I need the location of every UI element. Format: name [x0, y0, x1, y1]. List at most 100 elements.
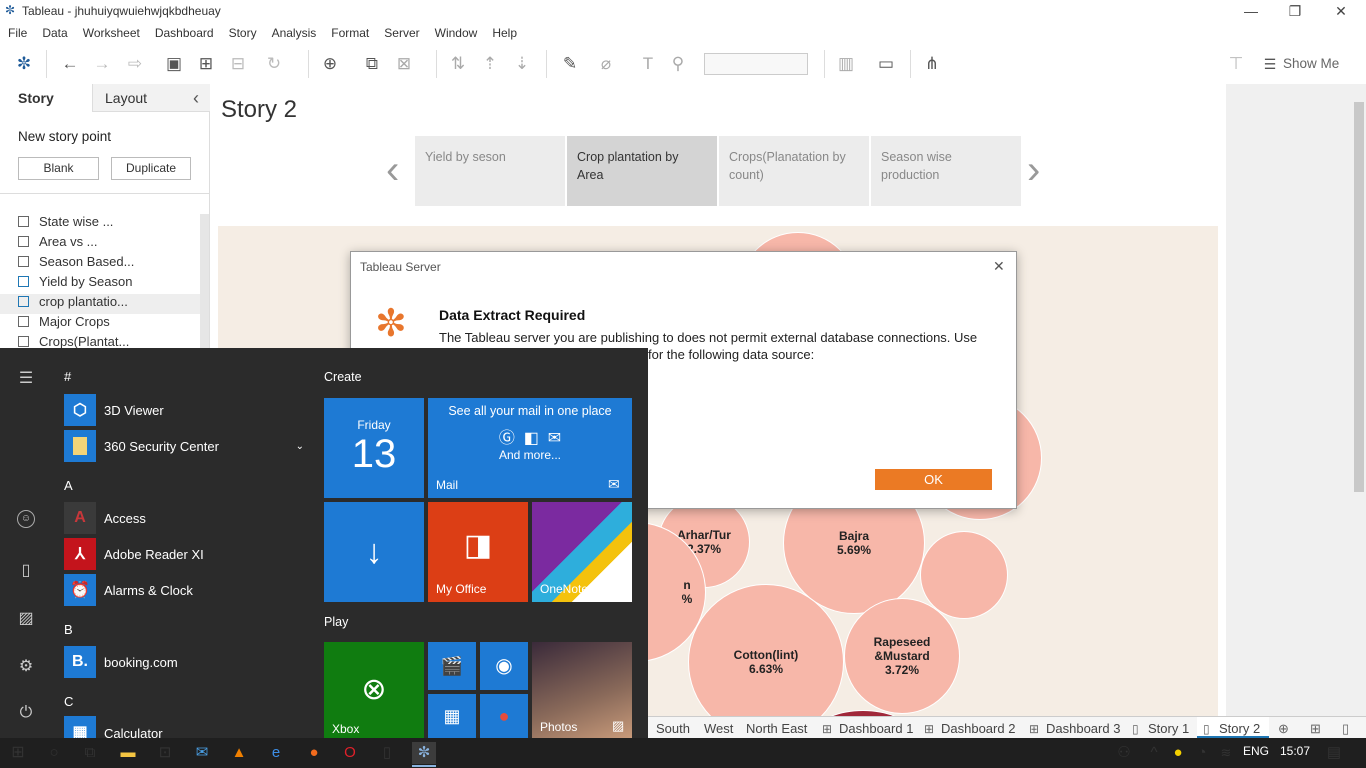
story-point[interactable]: Crops(Planatation by count) — [719, 136, 869, 206]
share-icon[interactable]: ⋔ — [920, 52, 944, 76]
group-icon[interactable]: ⌀ — [594, 52, 618, 76]
antivirus-tray-icon[interactable]: ● — [1166, 742, 1190, 764]
tab-story-1[interactable]: Story 1 — [1148, 719, 1189, 739]
bubble[interactable] — [920, 531, 1008, 619]
app-calculator[interactable]: ▦ Calculator — [64, 716, 163, 738]
calendar-tile[interactable]: Friday 13 — [324, 398, 424, 498]
apps-section-b[interactable]: B — [64, 622, 73, 637]
minimize-button[interactable]: — — [1228, 2, 1274, 22]
edge-icon[interactable]: e — [264, 742, 288, 764]
mail-taskbar-icon[interactable]: ✉ — [190, 742, 214, 764]
language-indicator[interactable]: ENG — [1243, 744, 1269, 758]
show-me-icon[interactable]: ☰ — [1260, 52, 1280, 76]
app-adobe-reader[interactable]: ⅄ Adobe Reader XI — [64, 536, 204, 572]
onenote-tile[interactable]: OneNote N — [532, 502, 632, 602]
clear-sheet-icon[interactable]: ⊠ — [392, 52, 416, 76]
story-point-selected[interactable]: Crop plantation by Area — [567, 136, 717, 206]
redo-icon[interactable]: → — [90, 52, 114, 76]
sheet-item[interactable]: Area vs ... — [18, 234, 198, 254]
new-worksheet-tab-icon[interactable]: ⊕ — [1278, 719, 1289, 739]
menu-format[interactable]: Format — [323, 22, 376, 40]
groove-music-tile[interactable]: ◉ — [480, 642, 528, 690]
pause-updates-icon[interactable]: ⊟ — [226, 52, 250, 76]
new-worksheet-icon[interactable]: ⊕ — [318, 52, 342, 76]
tab-layout[interactable]: Layout — [105, 84, 147, 112]
menu-story[interactable]: Story — [221, 22, 264, 40]
app-3d-viewer[interactable]: ⬡ 3D Viewer — [64, 392, 164, 428]
people-icon[interactable]: ⚇ — [1112, 742, 1136, 764]
sheet-item[interactable]: Yield by Season — [18, 274, 198, 294]
labels-icon[interactable]: T — [636, 52, 660, 76]
app-alarms-clock[interactable]: ⏰ Alarms & Clock — [64, 572, 193, 608]
tableau-taskbar-icon[interactable]: ✼ — [412, 742, 436, 764]
duplicate-button[interactable]: Duplicate — [111, 157, 191, 180]
blank-button[interactable]: Blank — [18, 157, 99, 180]
cards-icon[interactable]: ▥ — [834, 52, 858, 76]
settings-gear-icon[interactable]: ⚙ — [14, 656, 38, 680]
sheet-item-selected[interactable]: crop plantatio... — [0, 294, 200, 314]
show-me-button[interactable]: Show Me — [1283, 56, 1339, 71]
documents-icon[interactable]: ▯ — [14, 560, 38, 584]
menu-data[interactable]: Data — [34, 22, 74, 40]
my-office-tile[interactable]: ◨ My Office — [428, 502, 528, 602]
dialog-close-button[interactable]: ✕ — [993, 258, 1005, 275]
new-dashboard-tab-icon[interactable]: ⊞ — [1310, 719, 1321, 739]
swap-icon[interactable]: ⇅ — [446, 52, 470, 76]
app-access[interactable]: A Access — [64, 500, 146, 536]
maps-tile[interactable]: ● — [480, 694, 528, 738]
ok-button[interactable]: OK — [875, 469, 992, 490]
opera-icon[interactable]: O — [338, 742, 362, 764]
app-booking[interactable]: B. booking.com — [64, 644, 178, 680]
menu-server[interactable]: Server — [376, 22, 426, 40]
tableau-home-icon[interactable]: ✼ — [12, 52, 36, 76]
story-point[interactable]: Yield by seson — [415, 136, 565, 206]
collapse-panel-icon[interactable]: ‹ — [193, 84, 199, 112]
vlc-icon[interactable]: ▲ — [227, 742, 251, 764]
fit-dropdown[interactable] — [704, 53, 808, 75]
file-explorer-icon[interactable]: ▬ — [116, 742, 140, 764]
mail-tile[interactable]: See all your mail in one place Ⓖ ◧ ✉ And… — [428, 398, 632, 498]
action-center-icon[interactable]: ▤ — [1322, 742, 1346, 764]
format-painter-icon[interactable]: ⊤ — [1224, 52, 1248, 76]
replay-icon[interactable]: ⇨ — [120, 52, 150, 76]
tab-north-east[interactable]: North East — [746, 719, 807, 739]
app-360-security-center[interactable]: 360 Security Center ⌄ — [64, 428, 304, 464]
menu-help[interactable]: Help — [484, 22, 524, 40]
bubble[interactable]: Rapeseed &Mustard 3.72% — [844, 598, 960, 714]
menu-file[interactable]: File — [0, 22, 34, 40]
menu-analysis[interactable]: Analysis — [264, 22, 324, 40]
sheet-list-scrollbar[interactable] — [200, 214, 209, 350]
sheet-item[interactable]: Major Crops — [18, 314, 198, 334]
tab-dashboard-2[interactable]: Dashboard 2 — [941, 719, 1015, 739]
power-icon[interactable]: ⏻ — [14, 704, 38, 728]
sort-descending-icon[interactable]: ⇣ — [510, 52, 534, 76]
new-story-tab-icon[interactable]: ▯ — [1342, 719, 1349, 739]
apps-section-a[interactable]: A — [64, 478, 73, 493]
sheet-item[interactable]: Season Based... — [18, 254, 198, 274]
tray-chevron-icon[interactable]: ^ — [1142, 742, 1166, 764]
story-point[interactable]: Season wise production — [871, 136, 1021, 206]
tab-dashboard-3[interactable]: Dashboard 3 — [1046, 719, 1120, 739]
tab-story-2[interactable]: Story 2 — [1219, 719, 1260, 739]
firefox-icon[interactable]: ● — [302, 742, 326, 764]
tab-west[interactable]: West — [704, 719, 733, 739]
save-icon[interactable]: ▣ — [162, 52, 186, 76]
expand-chevron-icon[interactable]: ⌄ — [296, 441, 304, 452]
tab-story[interactable]: Story — [18, 84, 54, 112]
windows-start-icon[interactable]: ⊞ — [6, 742, 30, 764]
hamburger-menu-icon[interactable]: ☰ — [14, 368, 38, 392]
photos-tile[interactable]: Photos ▨ — [532, 642, 632, 738]
calculator-tile[interactable]: ▦ — [428, 694, 476, 738]
xbox-tile[interactable]: ⊗ Xbox — [324, 642, 424, 738]
notepad-icon[interactable]: ▯ — [375, 742, 399, 764]
movies-tile[interactable]: 🎬 — [428, 642, 476, 690]
download-tile[interactable]: ↓ — [324, 502, 424, 602]
new-data-source-icon[interactable]: ⊞ — [194, 52, 218, 76]
sheet-item[interactable]: State wise ... — [18, 214, 198, 234]
scrollbar-thumb[interactable] — [1354, 102, 1364, 492]
apps-section-hash[interactable]: # — [64, 369, 71, 384]
pin-icon[interactable]: ⚲ — [666, 52, 690, 76]
pictures-icon[interactable]: ▨ — [14, 608, 38, 632]
prev-story-point-icon[interactable]: ‹ — [386, 148, 399, 193]
vertical-scrollbar[interactable] — [1350, 88, 1366, 716]
